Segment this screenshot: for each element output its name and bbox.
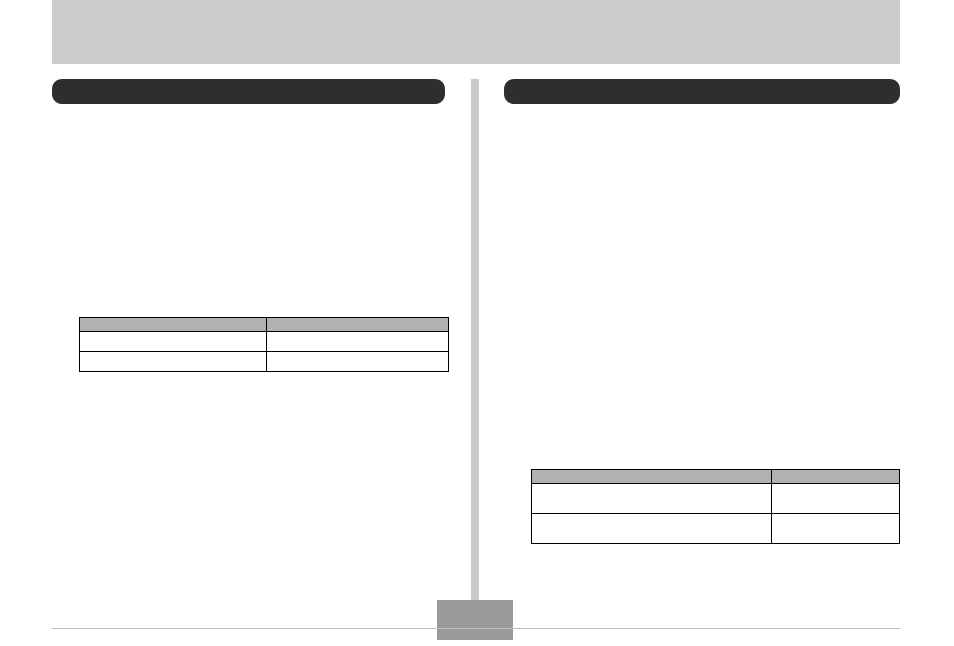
table-cell — [532, 514, 772, 544]
section-heading-right — [504, 79, 900, 104]
table-header-cell — [80, 318, 267, 332]
table-row — [80, 332, 449, 352]
column-divider — [471, 79, 479, 600]
table-row — [532, 470, 900, 484]
table-row — [532, 484, 900, 514]
header-band — [52, 0, 900, 64]
table-cell — [80, 352, 267, 372]
table-cell — [80, 332, 267, 352]
table-cell — [772, 514, 900, 544]
table-cell — [772, 484, 900, 514]
table-header-cell — [772, 470, 900, 484]
document-page — [52, 0, 900, 646]
footer-page-tab — [437, 600, 513, 628]
footer-page-tab-lower — [437, 629, 513, 640]
table-header-cell — [532, 470, 772, 484]
table-row — [80, 318, 449, 332]
table-row — [80, 352, 449, 372]
table-header-cell — [267, 318, 449, 332]
left-table — [79, 317, 449, 372]
section-heading-left — [52, 79, 445, 104]
right-table — [531, 469, 900, 544]
table-row — [532, 514, 900, 544]
table-cell — [267, 332, 449, 352]
table-cell — [532, 484, 772, 514]
table-cell — [267, 352, 449, 372]
